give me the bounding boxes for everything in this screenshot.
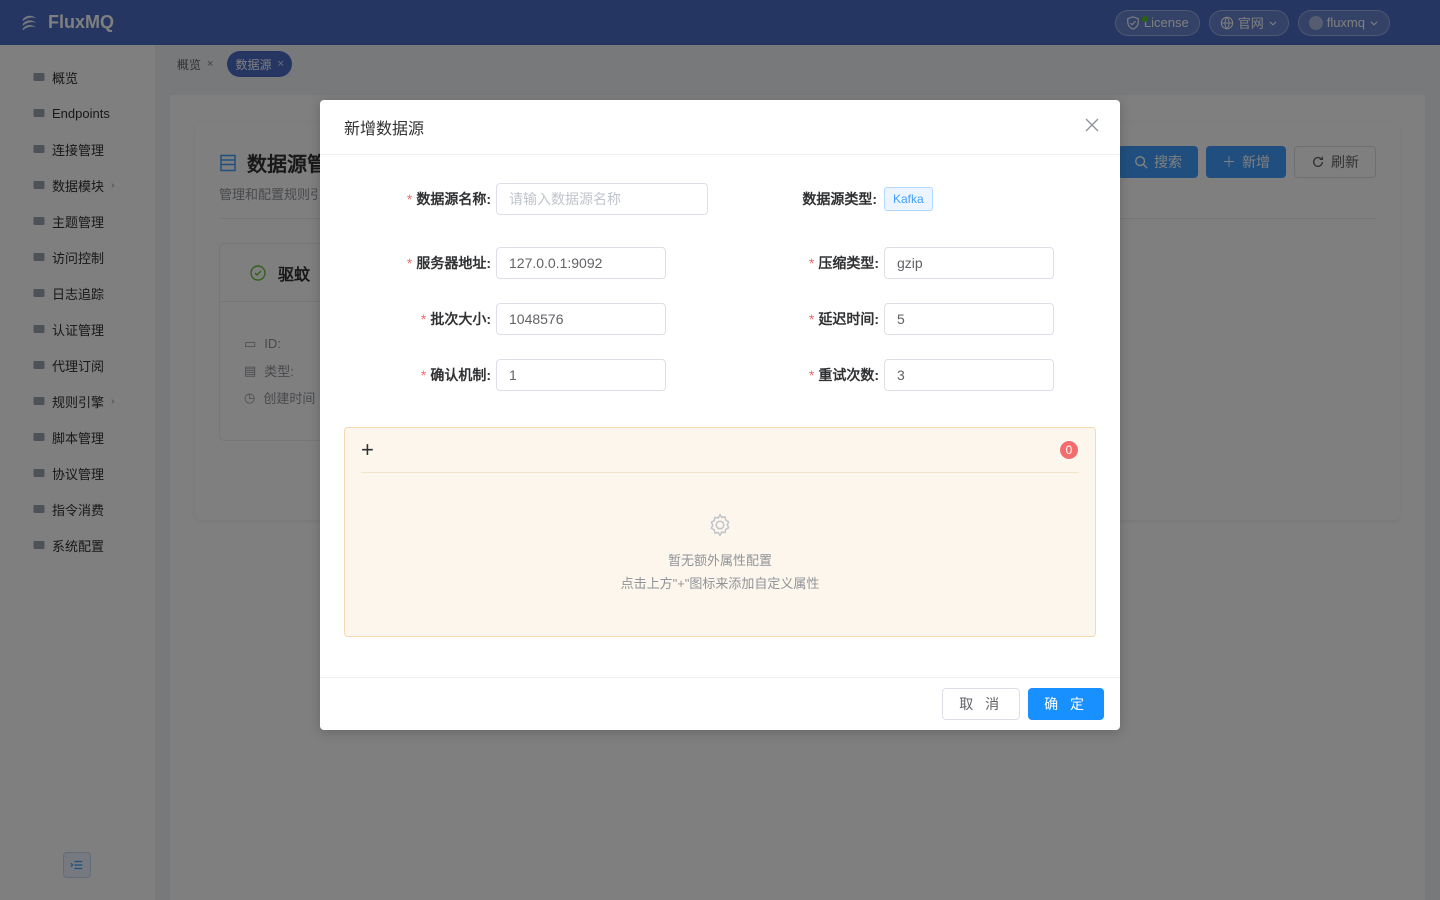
field-label: * 批次大小: [420,311,491,327]
dialog-title: 新增数据源 [320,100,1120,155]
compression-type-input[interactable]: gzip [884,247,1054,279]
add-property-icon[interactable]: + [361,439,374,461]
field-label: * 数据源名称: [406,191,491,207]
field-label: * 重试次数: [808,367,879,383]
server-address-input[interactable]: 127.0.0.1:9092 [496,247,666,279]
property-count-badge: 0 [1059,440,1079,460]
field-label: * 服务器地址: [406,255,491,271]
dialog-footer: 取 消 确 定 [320,677,1120,730]
gear-icon [710,513,730,537]
retries-input[interactable]: 3 [884,359,1054,391]
field-label: * 确认机制: [420,367,491,383]
cancel-button[interactable]: 取 消 [942,688,1021,720]
datasource-type-tag: Kafka [884,187,933,211]
form-row-name: * 数据源名称: 请输入数据源名称 [344,183,708,215]
field-label: * 延迟时间: [808,311,879,327]
form-row-linger: * 延迟时间: 5 [750,303,1054,335]
batch-size-input[interactable]: 1048576 [496,303,666,335]
form-row-type: 数据源类型: Kafka [750,187,933,211]
form-row-compression: * 压缩类型: gzip [750,247,1054,279]
field-label: 数据源类型: [802,191,877,207]
form-row-retries: * 重试次数: 3 [750,359,1054,391]
empty-hint: 点击上方"+"图标来添加自定义属性 [620,576,820,591]
field-label: * 压缩类型: [808,255,879,271]
form-row-server: * 服务器地址: 127.0.0.1:9092 [344,247,666,279]
datasource-name-input[interactable]: 请输入数据源名称 [496,183,708,215]
empty-title: 暂无额外属性配置 [667,553,772,568]
confirm-button[interactable]: 确 定 [1028,688,1104,720]
extra-properties-panel: + 0 暂无额外属性配置 点击上方"+"图标来添加自定义属性 [344,427,1096,637]
form-row-batch: * 批次大小: 1048576 [344,303,666,335]
close-icon[interactable] [1084,117,1100,133]
empty-state: 暂无额外属性配置 点击上方"+"图标来添加自定义属性 [345,512,1095,595]
acks-input[interactable]: 1 [496,359,666,391]
form-row-acks: * 确认机制: 1 [344,359,666,391]
linger-time-input[interactable]: 5 [884,303,1054,335]
add-datasource-dialog: 新增数据源 * 数据源名称: 请输入数据源名称 数据源类型: Kafka * 服务器… [320,100,1120,730]
